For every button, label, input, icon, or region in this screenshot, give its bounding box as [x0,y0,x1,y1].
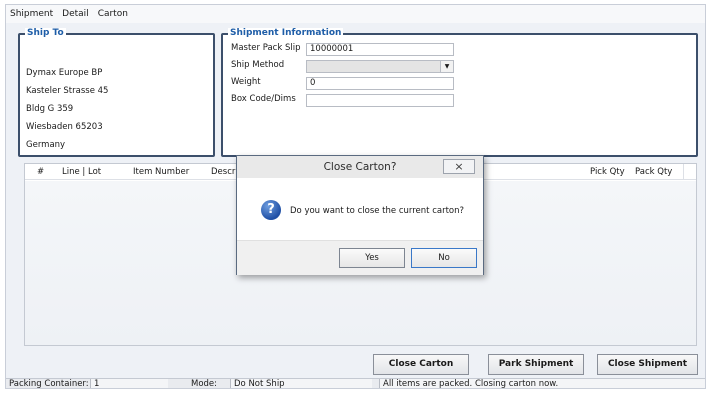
packing-container-value: 1 [90,379,168,388]
ship-to-line-5: Germany [26,140,66,150]
col-pick-qty[interactable]: Pick Qty [590,167,625,177]
col-number[interactable]: # [37,167,44,177]
menu-shipment[interactable]: Shipment [10,9,53,19]
weight-label: Weight [231,77,261,87]
close-icon[interactable]: × [443,159,475,174]
dialog-body: ? Do you want to close the current carto… [237,178,483,240]
close-carton-dialog: Close Carton? × ? Do you want to close t… [236,155,484,275]
close-shipment-button[interactable]: Close Shipment [597,354,698,375]
box-code-label: Box Code/Dims [231,94,296,104]
col-line-lot[interactable]: Line | Lot [62,167,101,177]
ship-to-line-4: Wiesbaden 65203 [26,122,103,132]
packing-container-label: Packing Container: [9,379,89,389]
dropdown-arrow-icon[interactable]: ▼ [440,61,453,72]
master-pack-slip-field[interactable]: 10000001 [306,43,454,56]
ship-to-line-2: Kasteler Strasse 45 [26,86,109,96]
ship-to-line-3: Bldg G 359 [26,104,74,114]
close-carton-button[interactable]: Close Carton [373,354,469,375]
yes-button[interactable]: Yes [339,248,405,268]
box-code-field[interactable] [306,94,454,107]
col-description[interactable]: Descri [211,167,238,177]
dialog-message: Do you want to close the current carton? [290,206,465,216]
shipment-info-group: Shipment Information Master Pack Slip 10… [221,28,698,157]
col-separator [683,164,684,180]
menu-bar: Shipment Detail Carton [6,5,705,23]
ship-method-select[interactable]: ▼ [306,60,454,73]
menu-detail[interactable]: Detail [62,9,89,19]
master-pack-slip-label: Master Pack Slip [231,43,301,53]
col-item-number[interactable]: Item Number [133,167,189,177]
dialog-footer: Yes No [237,240,483,275]
status-message: All items are packed. Closing carton now… [379,379,705,388]
weight-field[interactable]: 0 [306,77,454,90]
no-button[interactable]: No [411,248,477,268]
park-shipment-button[interactable]: Park Shipment [488,354,584,375]
status-bar: Packing Container: 1 Mode: Do Not Ship A… [6,378,705,389]
ship-to-line-1: Dymax Europe BP [26,68,103,78]
menu-carton[interactable]: Carton [98,9,128,19]
mode-value: Do Not Ship [230,379,372,388]
mode-label: Mode: [191,379,218,389]
question-icon: ? [261,200,281,220]
dialog-titlebar[interactable]: Close Carton? × [237,156,483,178]
shipment-info-title: Shipment Information [228,28,344,38]
ship-to-group: Ship To Dymax Europe BP Kasteler Strasse… [18,28,215,157]
col-pack-qty[interactable]: Pack Qty [635,167,672,177]
ship-to-title: Ship To [25,28,66,38]
ship-method-label: Ship Method [231,60,285,70]
